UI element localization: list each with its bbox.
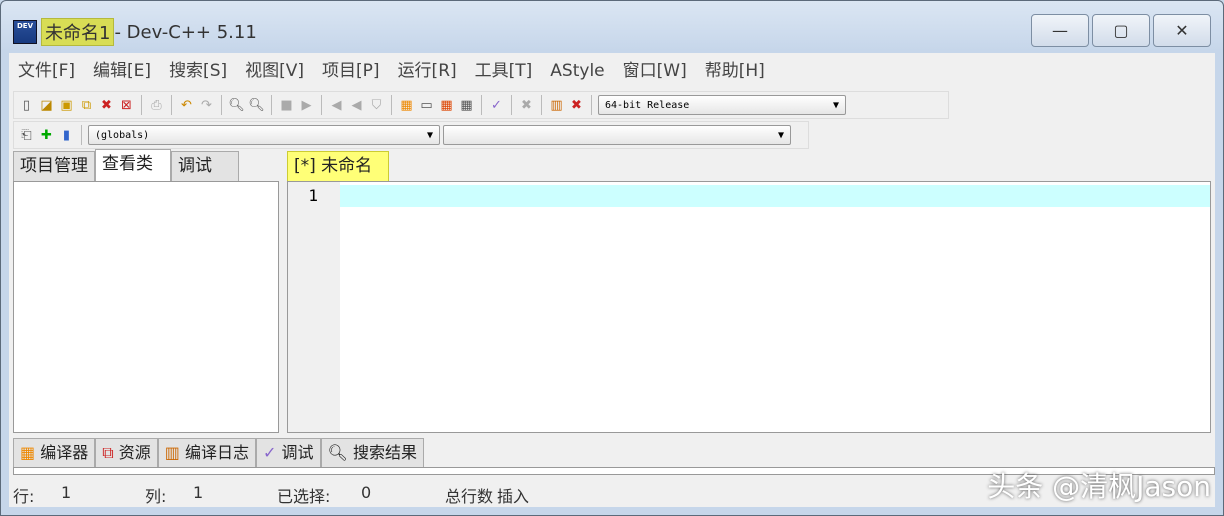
- debug-icon[interactable]: ✓: [488, 97, 505, 114]
- bookmark-icon[interactable]: ▮: [58, 127, 75, 144]
- open-file-icon[interactable]: ◪: [38, 97, 55, 114]
- chart-icon: ▥: [164, 443, 180, 462]
- minimize-button[interactable]: —: [1031, 14, 1089, 47]
- title-filename: 未命名1: [41, 18, 115, 46]
- chevron-down-icon: ▼: [777, 129, 784, 141]
- compiler-icon: ▦: [20, 443, 36, 462]
- check-icon: ✓: [263, 443, 277, 462]
- col-label: 列:: [145, 487, 167, 506]
- watermark: 头条 @清枫Jason: [987, 470, 1211, 503]
- tab-debug-output[interactable]: ✓ 调试: [256, 438, 321, 467]
- selection-label: 已选择:: [277, 487, 331, 506]
- close-file-icon[interactable]: ✖: [98, 97, 115, 114]
- code-editor[interactable]: 1: [287, 181, 1211, 433]
- search-icon: 🔍︎: [327, 443, 348, 462]
- row-label: 行:: [13, 487, 35, 506]
- insert-mode: 插入: [497, 487, 530, 506]
- row-value: 1: [61, 483, 72, 502]
- new-file-icon[interactable]: ▯: [18, 97, 35, 114]
- unindent-icon[interactable]: ▶: [298, 97, 315, 114]
- run-icon[interactable]: ▭: [418, 97, 435, 114]
- menu-run[interactable]: 运行[R]: [389, 57, 466, 87]
- tab-project[interactable]: 项目管理: [13, 151, 95, 181]
- find-icon[interactable]: 🔍︎: [228, 97, 245, 114]
- bookmark-prev-icon[interactable]: ◀: [328, 97, 345, 114]
- member-select[interactable]: ▼: [443, 125, 791, 145]
- close-all-icon[interactable]: ⊠: [118, 97, 135, 114]
- replace-icon[interactable]: 🔍︎: [248, 97, 265, 114]
- menu-help[interactable]: 帮助[H]: [696, 57, 774, 87]
- class-toolbar: ⎗ ✚ ▮ (globals) ▼ ▼: [13, 121, 809, 149]
- current-line-highlight: [340, 185, 1210, 207]
- menu-astyle[interactable]: AStyle: [541, 57, 613, 87]
- insert-icon[interactable]: ⎗: [18, 127, 35, 144]
- close-button[interactable]: ✕: [1153, 14, 1211, 47]
- tab-resources[interactable]: ⧉ 资源: [95, 438, 158, 467]
- chevron-down-icon: ▼: [426, 129, 433, 141]
- add-icon[interactable]: ✚: [38, 127, 55, 144]
- line-number: 1: [308, 186, 318, 205]
- menu-bar: 文件[F] 编辑[E] 搜索[S] 视图[V] 项目[P] 运行[R] 工具[T…: [9, 57, 774, 87]
- rebuild-icon[interactable]: ▦: [458, 97, 475, 114]
- title-bar: DEV 未命名1 - Dev-C++ 5.11: [13, 17, 257, 47]
- menu-project[interactable]: 项目[P]: [313, 57, 389, 87]
- save-all-icon[interactable]: ⧉: [78, 97, 95, 114]
- menu-file[interactable]: 文件[F]: [9, 57, 84, 87]
- profile-icon[interactable]: ▥: [548, 97, 565, 114]
- bottom-tabs: ▦ 编译器 ⧉ 资源 ▥ 编译日志 ✓ 调试 🔍︎ 搜索结果: [13, 438, 424, 467]
- menu-tools[interactable]: 工具[T]: [466, 57, 542, 87]
- undo-icon[interactable]: ↶: [178, 97, 195, 114]
- resources-icon: ⧉: [102, 443, 114, 462]
- menu-search[interactable]: 搜索[S]: [160, 57, 236, 87]
- menu-view[interactable]: 视图[V]: [236, 57, 313, 87]
- tab-classes[interactable]: 查看类: [95, 149, 171, 181]
- globals-select[interactable]: (globals) ▼: [88, 125, 440, 145]
- class-browser-panel[interactable]: [13, 181, 279, 433]
- goto-icon[interactable]: ⛉: [368, 97, 385, 114]
- bookmark-next-icon[interactable]: ◀: [348, 97, 365, 114]
- maximize-button[interactable]: ▢: [1092, 14, 1150, 47]
- tab-search-results[interactable]: 🔍︎ 搜索结果: [320, 438, 424, 467]
- selection-value: 0: [361, 483, 372, 502]
- tab-debug[interactable]: 调试: [171, 151, 239, 181]
- print-icon[interactable]: ⎙: [148, 97, 165, 114]
- stop-icon[interactable]: ✖: [518, 97, 535, 114]
- indent-icon[interactable]: ■: [278, 97, 295, 114]
- line-gutter: 1: [288, 182, 340, 432]
- compiler-select[interactable]: 64-bit Release ▼: [598, 95, 846, 115]
- compile-icon[interactable]: ▦: [398, 97, 415, 114]
- save-icon[interactable]: ▣: [58, 97, 75, 114]
- client-area: 文件[F] 编辑[E] 搜索[S] 视图[V] 项目[P] 运行[R] 工具[T…: [9, 53, 1215, 507]
- menu-edit[interactable]: 编辑[E]: [84, 57, 160, 87]
- devcpp-logo-icon: DEV: [13, 20, 37, 44]
- tab-compile-log[interactable]: ▥ 编译日志: [157, 438, 257, 467]
- redo-icon[interactable]: ↷: [198, 97, 215, 114]
- editor-tab[interactable]: [*] 未命名1: [287, 151, 389, 204]
- main-toolbar: ▯ ◪ ▣ ⧉ ✖ ⊠ ⎙ ↶ ↷ 🔍︎ 🔍︎ ■ ▶ ◀ ◀ ⛉ ▦ ▭ ▦ …: [13, 91, 949, 119]
- main-window: DEV 未命名1 - Dev-C++ 5.11 — ▢ ✕ 文件[F] 编辑[E…: [0, 0, 1224, 516]
- delete-profile-icon[interactable]: ✖: [568, 97, 585, 114]
- title-app: - Dev-C++ 5.11: [114, 21, 257, 43]
- compile-run-icon[interactable]: ▦: [438, 97, 455, 114]
- menu-window[interactable]: 窗口[W]: [614, 57, 696, 87]
- chevron-down-icon: ▼: [832, 99, 839, 111]
- total-lines-label: 总行数: [445, 487, 494, 506]
- col-value: 1: [193, 483, 204, 502]
- tab-compiler[interactable]: ▦ 编译器: [13, 438, 96, 467]
